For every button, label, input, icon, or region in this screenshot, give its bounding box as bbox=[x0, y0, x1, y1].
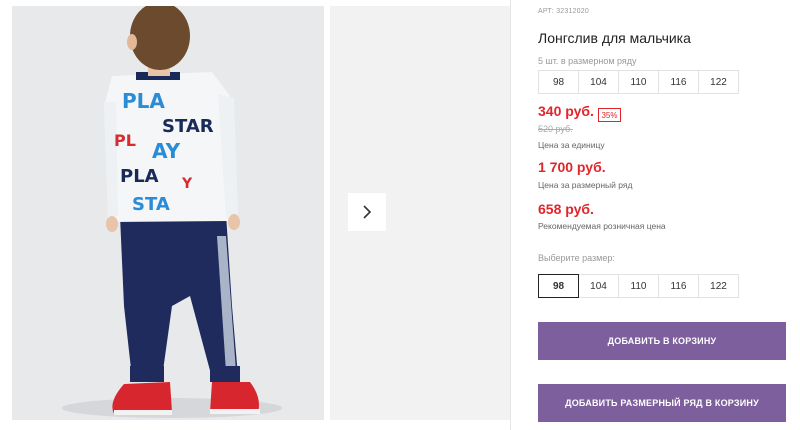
add-pack-to-cart-button[interactable]: ДОБАВИТЬ РАЗМЕРНЫЙ РЯД В КОРЗИНУ bbox=[538, 384, 786, 422]
svg-text:STAR: STAR bbox=[162, 116, 214, 137]
add-to-cart-button[interactable]: ДОБАВИТЬ В КОРЗИНУ bbox=[538, 322, 786, 360]
discount-badge: 35% bbox=[598, 108, 621, 122]
unit-price-note: Цена за единицу bbox=[538, 140, 605, 150]
panel-divider bbox=[510, 0, 511, 430]
pack-size: 122 bbox=[698, 70, 739, 94]
size-option-116[interactable]: 116 bbox=[658, 274, 699, 298]
svg-text:PLA: PLA bbox=[120, 166, 159, 187]
article-number: АРТ: 32312020 bbox=[538, 8, 589, 15]
pack-size: 110 bbox=[618, 70, 659, 94]
svg-text:Y: Y bbox=[181, 176, 193, 192]
size-selector: 98 104 110 116 122 bbox=[538, 274, 739, 298]
unit-price: 340 руб. bbox=[538, 103, 594, 119]
pack-sizes-list: 98 104 110 116 122 bbox=[538, 70, 739, 94]
product-photo[interactable]: PLA STAR PL AY PLA Y STA bbox=[12, 6, 324, 420]
size-option-98[interactable]: 98 bbox=[538, 274, 579, 298]
boy-photo-illustration: PLA STAR PL AY PLA Y STA bbox=[12, 6, 324, 420]
product-info-panel: АРТ: 32312020 Лонгслив для мальчика 5 шт… bbox=[538, 0, 800, 430]
pack-price-note: Цена за размерный ряд bbox=[538, 180, 633, 190]
size-option-122[interactable]: 122 bbox=[698, 274, 739, 298]
size-option-110[interactable]: 110 bbox=[618, 274, 659, 298]
next-image-button[interactable] bbox=[348, 193, 386, 231]
chevron-right-icon bbox=[363, 205, 372, 219]
pack-price: 1 700 руб. bbox=[538, 159, 606, 175]
size-option-104[interactable]: 104 bbox=[578, 274, 619, 298]
svg-text:PLA: PLA bbox=[122, 89, 165, 113]
select-size-label: Выберите размер: bbox=[538, 253, 615, 263]
retail-price: 658 руб. bbox=[538, 201, 594, 217]
pack-size: 98 bbox=[538, 70, 579, 94]
pack-size: 104 bbox=[578, 70, 619, 94]
old-price: 520 руб. bbox=[538, 124, 573, 134]
retail-price-note: Рекомендуемая розничная цена bbox=[538, 221, 666, 231]
pack-size: 116 bbox=[658, 70, 699, 94]
svg-text:STA: STA bbox=[132, 194, 170, 215]
pack-size-label: 5 шт. в размерном ряду bbox=[538, 56, 637, 66]
product-title: Лонгслив для мальчика bbox=[538, 30, 691, 46]
svg-text:AY: AY bbox=[152, 139, 181, 163]
product-gallery: PLA STAR PL AY PLA Y STA bbox=[0, 0, 510, 430]
svg-text:PL: PL bbox=[114, 131, 136, 150]
